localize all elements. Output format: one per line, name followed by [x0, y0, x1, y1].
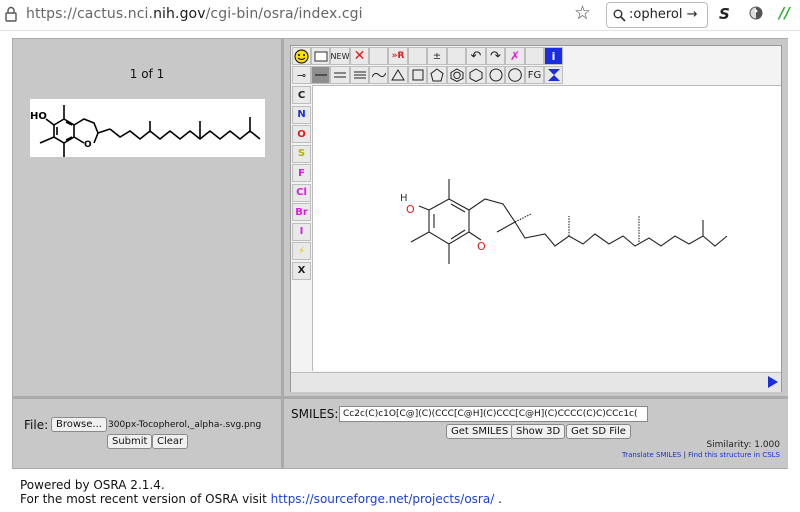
smiles-label: SMILES: — [291, 407, 339, 421]
browser-toolbar: https://cactus.nci.nih.gov/cgi-bin/osra/… — [0, 0, 800, 31]
bookmark-star-icon[interactable]: ☆ — [574, 3, 591, 23]
charge-icon[interactable]: ± — [427, 47, 447, 65]
atom-button[interactable]: ⚡ — [292, 242, 311, 260]
url-field[interactable]: https://cactus.nci.nih.gov/cgi-bin/osra/… — [26, 6, 363, 22]
benzene-ring-icon[interactable] — [447, 66, 466, 84]
recent-version-prefix: For the most recent version of OSRA visi… — [20, 492, 267, 506]
reaction-arrow-icon[interactable]: »R — [388, 47, 408, 65]
recent-version-text: For the most recent version of OSRA visi… — [20, 492, 502, 506]
find-in-csls-link[interactable]: Find this structure in CSLS — [688, 451, 780, 459]
spacer-3 — [447, 47, 466, 65]
clear-button[interactable]: Clear — [152, 434, 189, 449]
lock-icon — [4, 6, 18, 26]
triangle-ring-icon[interactable] — [388, 66, 408, 84]
redo-icon[interactable]: ↷ — [486, 47, 505, 65]
extension-slash-icon[interactable]: // — [779, 4, 790, 22]
atom-button[interactable]: C — [292, 86, 311, 104]
atom-button[interactable]: O — [292, 125, 311, 143]
translate-smiles-link[interactable]: Translate SMILES — [622, 451, 681, 459]
octagon-ring-icon[interactable] — [505, 66, 525, 84]
recognized-images-panel: 1 of 1 HO O — [13, 39, 281, 396]
play-arrow-icon[interactable] — [768, 376, 778, 388]
svg-text:O: O — [84, 140, 92, 150]
structure-editor-panel: NEW ✕ »R ± ↶ ↷ ✗ i ⊸ FG C N O S F Cl Br … — [284, 39, 788, 396]
source-image-thumbnail: HO O — [30, 99, 265, 157]
hexagon-ring-icon[interactable] — [466, 66, 486, 84]
link-separator: | — [683, 451, 686, 459]
spacer-1 — [369, 47, 388, 65]
spacer-2 — [408, 47, 427, 65]
file-upload-form: File: Browse... 300px-Tocopherol,_alpha-… — [13, 399, 281, 468]
select-rectangle-icon[interactable] — [311, 47, 330, 65]
selected-filename: 300px-Tocopherol,_alpha-.svg.png — [108, 420, 262, 430]
functional-group-button[interactable]: FG — [525, 66, 544, 84]
undo-icon[interactable]: ↶ — [466, 47, 486, 65]
get-smiles-button[interactable]: Get SMILES — [446, 424, 514, 439]
file-label: File: — [24, 418, 49, 432]
heptagon-ring-icon[interactable] — [486, 66, 505, 84]
extension-s-icon[interactable]: S — [719, 5, 730, 23]
sourceforge-link[interactable]: https://sourceforge.net/projects/osra/ — [271, 492, 495, 506]
smiley-icon[interactable] — [292, 47, 311, 65]
delete-icon[interactable]: ✕ — [350, 47, 369, 65]
single-bond-icon[interactable] — [311, 66, 330, 84]
atom-button[interactable]: N — [292, 105, 311, 124]
pentagon-ring-icon[interactable] — [427, 66, 447, 84]
atom-button[interactable]: Cl — [292, 183, 311, 202]
atom-button[interactable]: S — [292, 144, 311, 163]
clear-bonds-icon[interactable]: ✗ — [505, 47, 525, 65]
double-bond-icon[interactable] — [330, 66, 350, 84]
structure-links: Translate SMILES | Find this structure i… — [622, 451, 780, 459]
template-icon[interactable] — [544, 66, 563, 84]
chain-icon[interactable] — [369, 66, 388, 84]
powered-by-text: Powered by OSRA 2.1.4. — [20, 478, 165, 492]
page-indicator: 1 of 1 — [129, 67, 165, 81]
browse-button[interactable]: Browse... — [51, 417, 107, 432]
hydroxyl-o-label: O — [406, 203, 415, 216]
get-sd-file-button[interactable]: Get SD File — [566, 424, 631, 439]
atom-button[interactable]: I — [292, 222, 311, 241]
atom-button[interactable]: X — [292, 261, 311, 280]
similarity-score: Similarity: 1.000 — [706, 440, 780, 450]
search-box[interactable]: :opherol → — [606, 2, 708, 28]
submit-button[interactable]: Submit — [107, 434, 153, 449]
smiles-form: SMILES: Cc2c(C)c1O[C@](C)(CCC[C@H](C)CCC… — [284, 399, 788, 468]
smiles-input[interactable]: Cc2c(C)c1O[C@](C)(CCC[C@H](C)CCC[C@H](C)… — [339, 406, 648, 422]
info-icon[interactable]: i — [544, 47, 563, 65]
new-button[interactable]: NEW — [330, 47, 350, 65]
drawing-canvas[interactable]: H O O — [312, 85, 781, 371]
triple-bond-icon[interactable] — [350, 66, 369, 84]
atom-button[interactable]: Br — [292, 203, 311, 221]
ring-oxygen-label: O — [477, 240, 486, 253]
wedge-bond-icon[interactable]: ⊸ — [292, 66, 311, 84]
search-icon — [613, 7, 626, 26]
svg-text:HO: HO — [30, 111, 47, 122]
extension-privacy-icon[interactable] — [748, 5, 764, 25]
editor-status-bar — [291, 372, 781, 392]
atom-button[interactable]: F — [292, 164, 311, 182]
molecule-editor: NEW ✕ »R ± ↶ ↷ ✗ i ⊸ FG C N O S F Cl Br … — [290, 45, 782, 392]
search-text: :opherol → — [629, 7, 698, 22]
show-3d-button[interactable]: Show 3D — [511, 424, 566, 439]
spacer-4 — [525, 47, 544, 65]
square-ring-icon[interactable] — [408, 66, 427, 84]
recent-version-suffix: . — [498, 492, 502, 506]
